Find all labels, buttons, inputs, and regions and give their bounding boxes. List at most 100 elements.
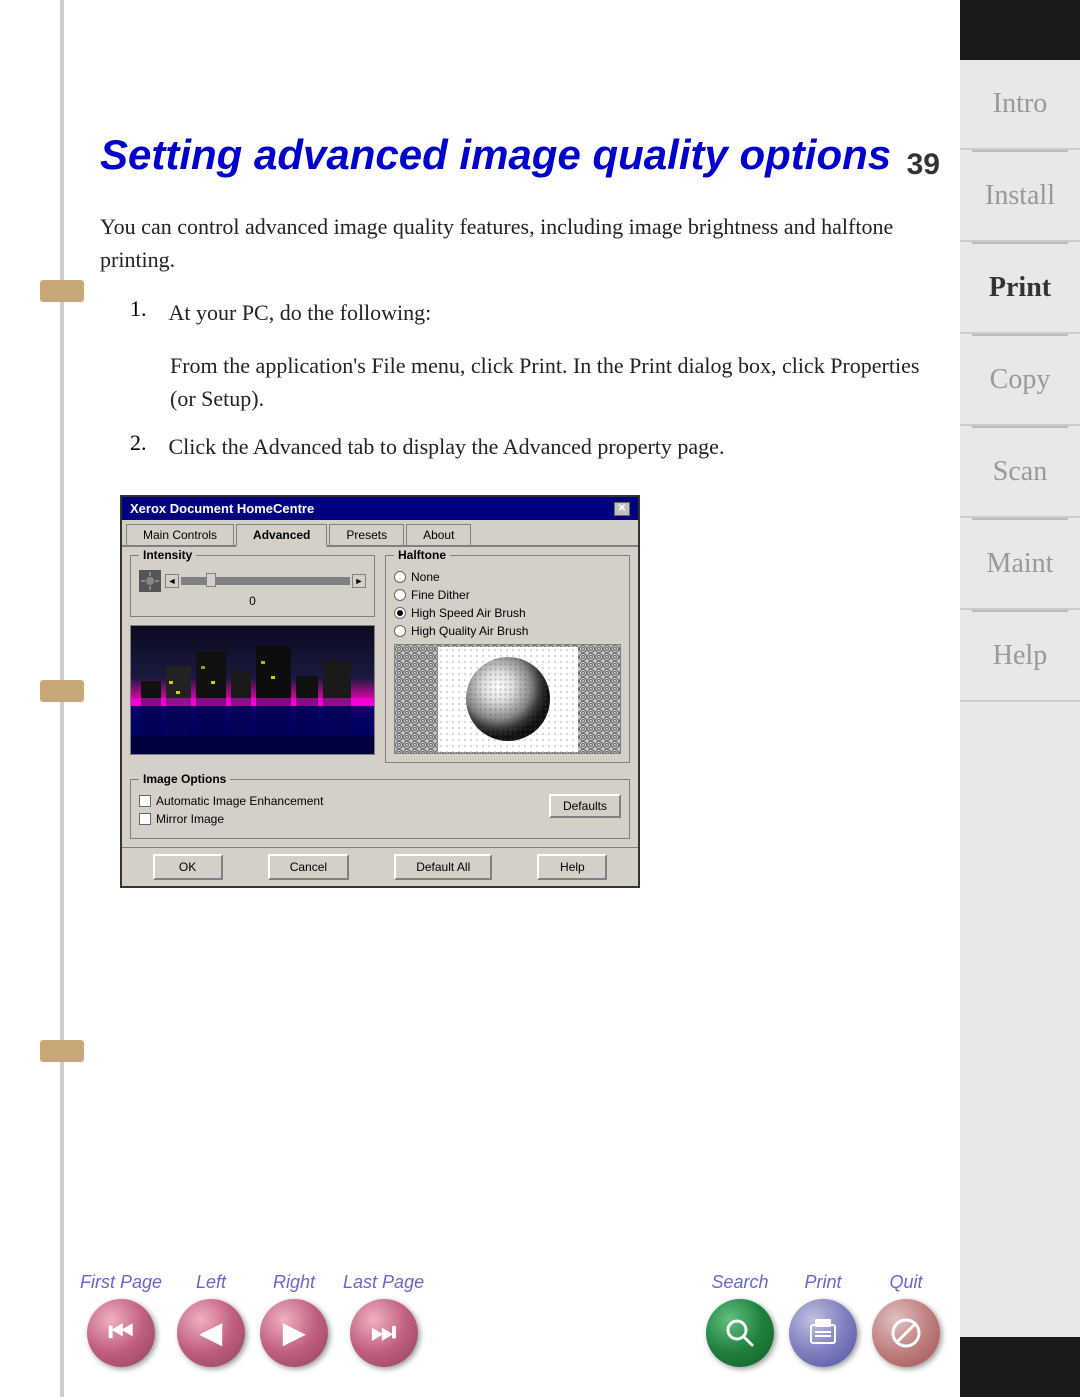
intensity-label: Intensity bbox=[139, 548, 196, 562]
cancel-button[interactable]: Cancel bbox=[268, 854, 349, 880]
image-options-label: Image Options bbox=[139, 772, 230, 786]
quit-button[interactable] bbox=[872, 1299, 940, 1367]
list-item-1: At your PC, do the following: bbox=[169, 296, 432, 329]
sidebar-top-bar bbox=[960, 0, 1080, 60]
page-title: Setting advanced image quality options bbox=[100, 130, 940, 180]
list-item-2: Click the Advanced tab to display the Ad… bbox=[169, 430, 725, 463]
dialog-window: Xerox Document HomeCentre ✕ Main Control… bbox=[120, 495, 640, 888]
spine-tab-2 bbox=[40, 680, 84, 702]
left-label: Left bbox=[196, 1272, 226, 1293]
sidebar-item-install[interactable]: Install bbox=[960, 152, 1080, 242]
nav-last-page[interactable]: Last Page ⏭ bbox=[343, 1272, 424, 1367]
print-icon bbox=[805, 1315, 841, 1351]
dialog-body: Intensity bbox=[122, 547, 638, 779]
nav-group-right: Search Print Quit bbox=[706, 1272, 940, 1367]
first-page-icon: ⏮ bbox=[108, 1317, 133, 1349]
print-label: Print bbox=[804, 1272, 841, 1293]
slider-left-btn[interactable]: ◄ bbox=[165, 574, 179, 588]
search-label: Search bbox=[711, 1272, 768, 1293]
right-button[interactable]: ▶ bbox=[260, 1299, 328, 1367]
radio-high-speed[interactable]: High Speed Air Brush bbox=[394, 606, 621, 620]
spine-tab-1 bbox=[40, 280, 84, 302]
image-options-section: Image Options Automatic Image Enhancemen… bbox=[130, 779, 630, 839]
dialog-titlebar: Xerox Document HomeCentre ✕ bbox=[122, 497, 638, 520]
tab-presets[interactable]: Presets bbox=[329, 524, 404, 545]
image-options-group: Image Options Automatic Image Enhancemen… bbox=[130, 779, 630, 839]
sidebar-item-copy[interactable]: Copy bbox=[960, 336, 1080, 426]
sidebar-item-scan[interactable]: Scan bbox=[960, 428, 1080, 518]
dialog-container: Xerox Document HomeCentre ✕ Main Control… bbox=[120, 495, 940, 888]
radio-btn-fine-dither[interactable] bbox=[394, 589, 406, 601]
first-page-label: First Page bbox=[80, 1272, 162, 1293]
tab-about[interactable]: About bbox=[406, 524, 471, 545]
numbered-list: 1. At your PC, do the following: From th… bbox=[130, 296, 940, 475]
dialog-title: Xerox Document HomeCentre bbox=[130, 501, 314, 516]
dialog-close-button[interactable]: ✕ bbox=[614, 502, 630, 516]
mirror-image-checkbox[interactable] bbox=[139, 813, 151, 825]
radio-high-quality[interactable]: High Quality Air Brush bbox=[394, 624, 621, 638]
last-page-icon: ⏭ bbox=[371, 1317, 396, 1349]
nav-left[interactable]: Left ◀ bbox=[177, 1272, 245, 1367]
quit-label: Quit bbox=[889, 1272, 922, 1293]
list-number-1: 1. bbox=[130, 296, 147, 341]
intensity-group: Intensity bbox=[130, 555, 375, 617]
sidebar-item-intro[interactable]: Intro bbox=[960, 60, 1080, 150]
list-sub-1: From the application's File menu, click … bbox=[170, 349, 940, 415]
intensity-slider[interactable] bbox=[181, 577, 350, 585]
intensity-value: 0 bbox=[249, 594, 256, 608]
halftone-label: Halftone bbox=[394, 548, 450, 562]
dialog-buttons: OK Cancel Default All Help bbox=[122, 847, 638, 886]
halftone-group: Halftone None Fine Dither bbox=[385, 555, 630, 763]
body-text-intro: You can control advanced image quality f… bbox=[100, 210, 940, 276]
main-content: Setting advanced image quality options Y… bbox=[100, 130, 940, 1197]
radio-btn-high-speed[interactable] bbox=[394, 607, 406, 619]
list-number-2: 2. bbox=[130, 430, 147, 475]
dialog-tabs: Main Controls Advanced Presets About bbox=[122, 520, 638, 547]
nav-search[interactable]: Search bbox=[706, 1272, 774, 1367]
nav-group-left: First Page ⏮ Left ◀ Right ▶ Last Page ⏭ bbox=[80, 1272, 424, 1367]
sidebar: Intro Install Print Copy Scan Maint Help bbox=[960, 0, 1080, 1397]
right-label: Right bbox=[273, 1272, 315, 1293]
radio-btn-none[interactable] bbox=[394, 571, 406, 583]
search-icon bbox=[722, 1315, 758, 1351]
bottom-nav: First Page ⏮ Left ◀ Right ▶ Last Page ⏭ bbox=[80, 1272, 940, 1367]
radio-fine-dither[interactable]: Fine Dither bbox=[394, 588, 621, 602]
sidebar-item-maint[interactable]: Maint bbox=[960, 520, 1080, 610]
first-page-button[interactable]: ⏮ bbox=[87, 1299, 155, 1367]
radio-btn-high-quality[interactable] bbox=[394, 625, 406, 637]
intensity-icon bbox=[139, 570, 161, 592]
nav-first-page[interactable]: First Page ⏮ bbox=[80, 1272, 162, 1367]
sidebar-bottom-bar bbox=[960, 1337, 1080, 1397]
sidebar-item-print[interactable]: Print bbox=[960, 244, 1080, 334]
search-button[interactable] bbox=[706, 1299, 774, 1367]
tab-advanced[interactable]: Advanced bbox=[236, 524, 327, 547]
help-button[interactable]: Help bbox=[537, 854, 607, 880]
auto-enhance-row[interactable]: Automatic Image Enhancement bbox=[139, 794, 323, 808]
dialog-left-panel: Intensity bbox=[130, 555, 375, 771]
mirror-image-row[interactable]: Mirror Image bbox=[139, 812, 323, 826]
last-page-label: Last Page bbox=[343, 1272, 424, 1293]
quit-icon bbox=[888, 1315, 924, 1351]
dialog-right-panel: Halftone None Fine Dither bbox=[385, 555, 630, 771]
nav-right[interactable]: Right ▶ bbox=[260, 1272, 328, 1367]
last-page-button[interactable]: ⏭ bbox=[350, 1299, 418, 1367]
right-icon: ▶ bbox=[283, 1316, 305, 1350]
halftone-radio-group: None Fine Dither High Speed Air Brush bbox=[394, 570, 621, 638]
defaults-button[interactable]: Defaults bbox=[549, 794, 621, 818]
left-icon: ◀ bbox=[200, 1316, 222, 1350]
default-all-button[interactable]: Default All bbox=[394, 854, 492, 880]
print-button[interactable] bbox=[789, 1299, 857, 1367]
ok-button[interactable]: OK bbox=[153, 854, 223, 880]
nav-quit[interactable]: Quit bbox=[872, 1272, 940, 1367]
preview-image bbox=[130, 625, 375, 755]
sidebar-item-help[interactable]: Help bbox=[960, 612, 1080, 702]
halftone-preview bbox=[394, 644, 621, 754]
left-button[interactable]: ◀ bbox=[177, 1299, 245, 1367]
slider-right-btn[interactable]: ► bbox=[352, 574, 366, 588]
auto-enhance-checkbox[interactable] bbox=[139, 795, 151, 807]
spine-tab-3 bbox=[40, 1040, 84, 1062]
radio-none[interactable]: None bbox=[394, 570, 621, 584]
tab-main-controls[interactable]: Main Controls bbox=[126, 524, 234, 545]
nav-print[interactable]: Print bbox=[789, 1272, 857, 1367]
intensity-row: ◄ ► bbox=[139, 570, 366, 592]
